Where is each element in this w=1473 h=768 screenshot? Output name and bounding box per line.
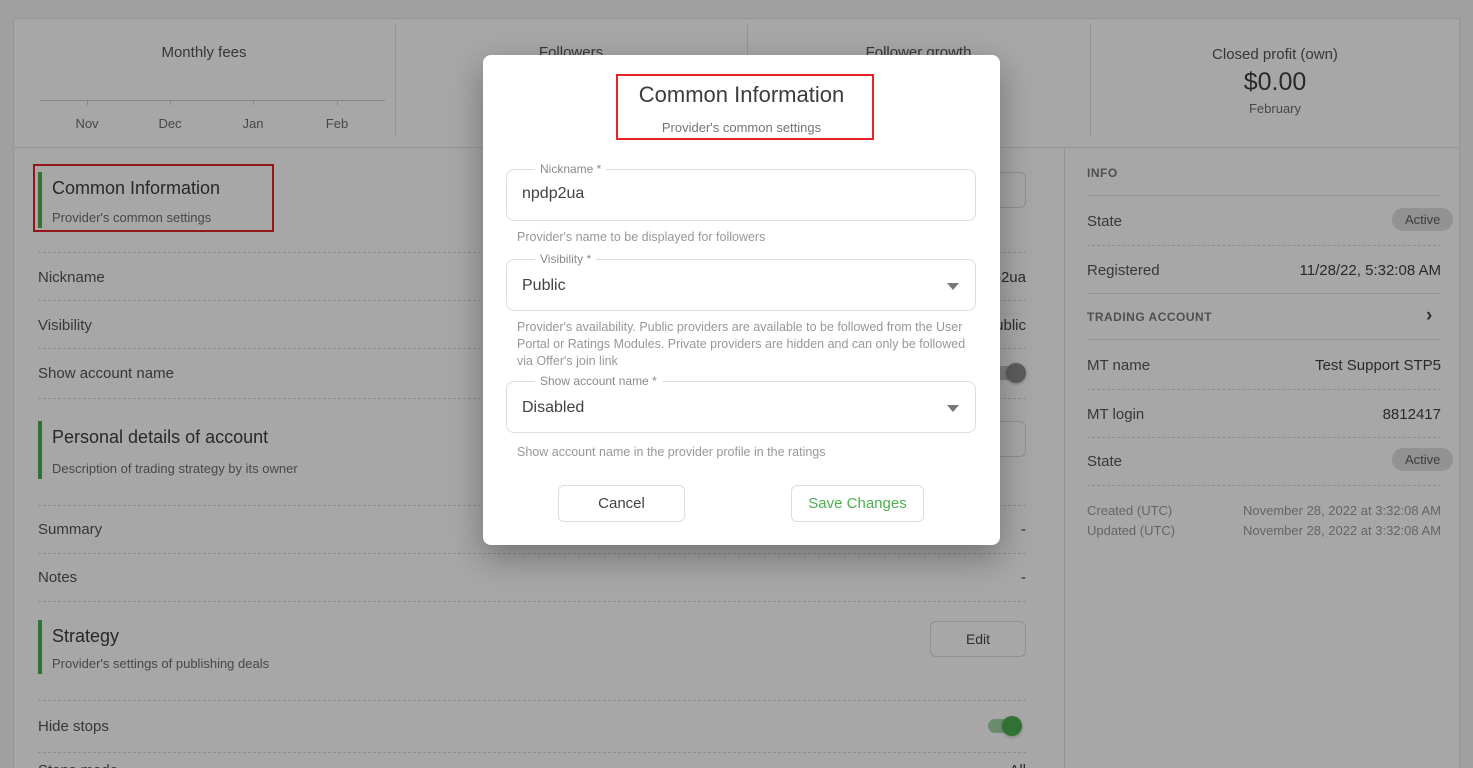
- save-changes-button[interactable]: Save Changes: [791, 485, 924, 522]
- chevron-down-icon: [947, 283, 959, 290]
- show-account-name-select[interactable]: Show account name * Disabled: [506, 381, 976, 433]
- nickname-helper-text: Provider's name to be displayed for foll…: [517, 229, 967, 246]
- show-account-name-helper-text: Show account name in the provider profil…: [517, 444, 969, 461]
- nickname-field[interactable]: Nickname *: [506, 169, 976, 221]
- chevron-down-icon: [947, 405, 959, 412]
- visibility-select[interactable]: Visibility * Public: [506, 259, 976, 311]
- show-account-name-select-label: Show account name *: [535, 374, 662, 388]
- cancel-button[interactable]: Cancel: [558, 485, 685, 522]
- visibility-helper-text: Provider's availability. Public provider…: [517, 319, 969, 370]
- annotation-box-modal-header: [616, 74, 874, 140]
- visibility-select-label: Visibility *: [535, 252, 596, 266]
- nickname-field-label: Nickname *: [535, 162, 606, 176]
